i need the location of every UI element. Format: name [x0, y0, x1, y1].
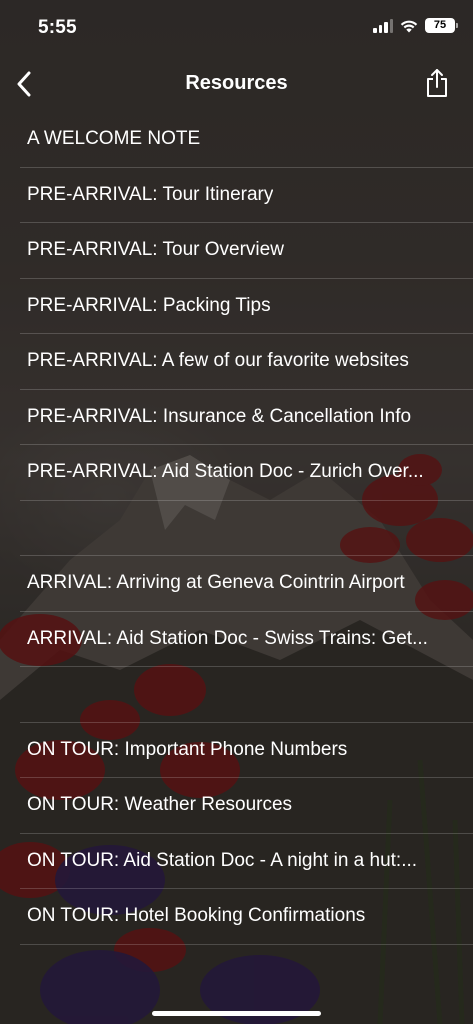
list-item[interactable]: A WELCOME NOTE	[20, 112, 473, 168]
list-item-spacer	[20, 501, 473, 556]
list-item-label: PRE-ARRIVAL: Tour Overview	[27, 239, 284, 261]
cellular-signal-icon	[373, 18, 393, 33]
list-item-label: ON TOUR: Important Phone Numbers	[27, 738, 348, 760]
chevron-left-icon	[17, 71, 31, 97]
list-item-label: ON TOUR: Weather Resources	[27, 794, 293, 816]
list-item-spacer	[20, 667, 473, 723]
back-button[interactable]	[8, 68, 40, 100]
list-item[interactable]: PRE-ARRIVAL: Tour Overview	[20, 223, 473, 279]
status-bar: 5:55 75	[0, 0, 473, 56]
list-item[interactable]: ON TOUR: Weather Resources	[20, 778, 473, 834]
list-item-label: ON TOUR: Aid Station Doc - A night in a …	[27, 849, 418, 871]
page-title: Resources	[185, 72, 288, 94]
home-indicator[interactable]	[152, 1011, 321, 1016]
share-button[interactable]	[421, 66, 453, 100]
list-item[interactable]: ON TOUR: Important Phone Numbers	[20, 723, 473, 778]
list-item-label: PRE-ARRIVAL: Tour Itinerary	[27, 183, 274, 205]
list-item-label: ON TOUR: Hotel Booking Confirmations	[27, 905, 366, 927]
list-item-label: PRE-ARRIVAL: A few of our favorite websi…	[27, 350, 409, 372]
status-icons: 75	[373, 18, 458, 33]
list-item-label: ARRIVAL: Arriving at Geneva Cointrin Air…	[27, 572, 405, 594]
list-item-label: A WELCOME NOTE	[27, 128, 201, 150]
list-item[interactable]: ON TOUR: Hotel Booking Confirmations	[20, 889, 473, 945]
list-item[interactable]: ON TOUR: Aid Station Doc - A night in a …	[20, 834, 473, 889]
nav-bar: Resources	[0, 56, 473, 112]
list-item-label: PRE-ARRIVAL: Packing Tips	[27, 294, 271, 316]
list-item[interactable]: PRE-ARRIVAL: Tour Itinerary	[20, 168, 473, 223]
list-item[interactable]: PRE-ARRIVAL: Packing Tips	[20, 279, 473, 334]
battery-icon: 75	[425, 18, 458, 33]
list-item[interactable]: PRE-ARRIVAL: Insurance & Cancellation In…	[20, 390, 473, 445]
list-item[interactable]: ARRIVAL: Aid Station Doc - Swiss Trains:…	[20, 612, 473, 667]
resources-list: A WELCOME NOTE PRE-ARRIVAL: Tour Itinera…	[0, 112, 473, 945]
list-item[interactable]: PRE-ARRIVAL: A few of our favorite websi…	[20, 334, 473, 390]
list-item-label: ARRIVAL: Aid Station Doc - Swiss Trains:…	[27, 627, 428, 649]
list-item[interactable]: PRE-ARRIVAL: Aid Station Doc - Zurich Ov…	[20, 445, 473, 501]
wifi-icon	[400, 20, 418, 32]
list-item-label: PRE-ARRIVAL: Aid Station Doc - Zurich Ov…	[27, 461, 424, 483]
share-icon	[427, 69, 447, 97]
list-item-label: PRE-ARRIVAL: Insurance & Cancellation In…	[27, 405, 412, 427]
list-item[interactable]: ARRIVAL: Arriving at Geneva Cointrin Air…	[20, 556, 473, 612]
status-time: 5:55	[38, 17, 77, 38]
